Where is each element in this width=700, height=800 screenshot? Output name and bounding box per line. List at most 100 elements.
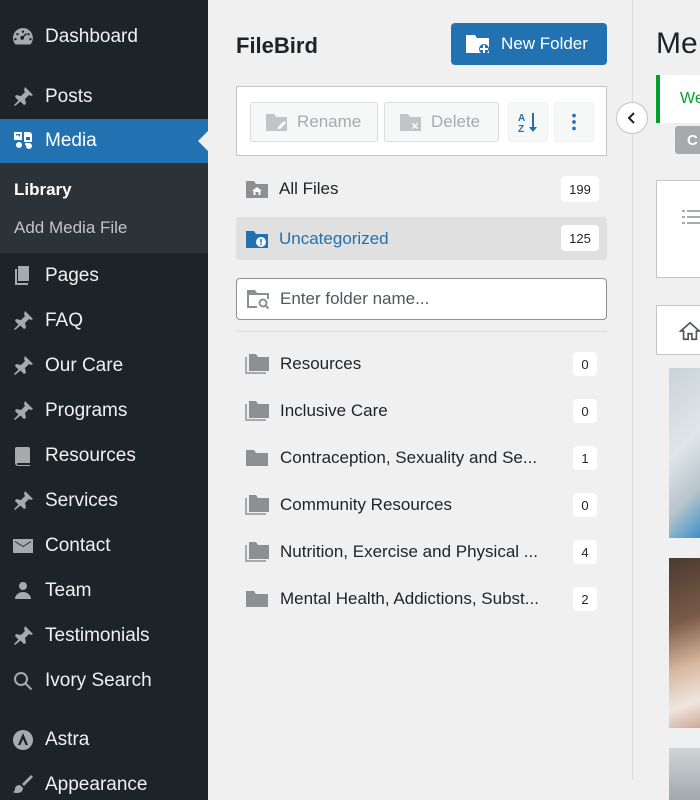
notice-text: We bbox=[680, 90, 700, 107]
folder-search-box bbox=[236, 278, 607, 320]
delete-button[interactable]: Delete bbox=[384, 102, 499, 142]
search-icon bbox=[10, 668, 36, 694]
menu-label: Appearance bbox=[45, 774, 148, 795]
pin-icon bbox=[10, 84, 36, 110]
menu-label: Testimonials bbox=[45, 625, 150, 646]
book-icon bbox=[10, 443, 36, 469]
sort-az-icon: A Z bbox=[518, 113, 537, 134]
media-thumbnail[interactable] bbox=[669, 558, 700, 728]
pin-icon bbox=[10, 398, 36, 424]
menu-label: Programs bbox=[45, 400, 128, 421]
folder-name: Resources bbox=[280, 354, 362, 373]
folder-item[interactable]: Resources 0 bbox=[236, 344, 607, 384]
folder-stack-icon bbox=[244, 399, 272, 423]
folder-count: 2 bbox=[573, 587, 597, 611]
dashboard-icon bbox=[10, 24, 36, 50]
folder-delete-icon bbox=[400, 114, 421, 131]
all-files-label: All Files bbox=[279, 179, 339, 198]
folder-name: Inclusive Care bbox=[280, 401, 388, 420]
menu-label: FAQ bbox=[45, 310, 84, 331]
menu-label: Pages bbox=[45, 265, 99, 286]
menu-item-contact[interactable]: Contact bbox=[0, 524, 208, 568]
divider bbox=[236, 331, 607, 332]
menu-item-testimonials[interactable]: Testimonials bbox=[0, 614, 208, 658]
new-folder-label: New Folder bbox=[501, 34, 588, 53]
pin-icon bbox=[10, 353, 36, 379]
svg-text:A: A bbox=[518, 113, 525, 124]
folder-count: 0 bbox=[573, 399, 597, 423]
menu-item-ivory-search[interactable]: Ivory Search bbox=[0, 659, 208, 703]
collapse-panel-button[interactable] bbox=[616, 102, 648, 134]
menu-item-dashboard[interactable]: Dashboard bbox=[0, 15, 208, 59]
folder-stack-icon bbox=[244, 493, 272, 517]
filebird-title: FileBird bbox=[236, 33, 318, 58]
menu-label: Media bbox=[45, 130, 97, 151]
media-thumbnail[interactable] bbox=[669, 748, 700, 800]
menu-item-programs[interactable]: Programs bbox=[0, 389, 208, 433]
menu-item-media[interactable]: Media bbox=[0, 119, 208, 163]
folder-item[interactable]: Inclusive Care 0 bbox=[236, 391, 607, 431]
folder-search-input[interactable] bbox=[280, 289, 580, 309]
folder-item[interactable]: Community Resources 0 bbox=[236, 485, 607, 525]
folder-count: 1 bbox=[573, 446, 597, 470]
folder-toolbar: Rename Delete A Z bbox=[236, 86, 607, 156]
folder-name: Nutrition, Exercise and Physical ... bbox=[280, 542, 538, 561]
folder-item[interactable]: Contraception, Sexuality and Se... 1 bbox=[236, 438, 607, 478]
all-files-count: 199 bbox=[561, 176, 599, 202]
folder-add-icon bbox=[466, 35, 489, 54]
folder-icon bbox=[244, 446, 272, 470]
uncategorized-count: 125 bbox=[561, 225, 599, 251]
folder-search-icon bbox=[247, 290, 270, 310]
action-pill-button[interactable]: C bbox=[675, 126, 700, 154]
uncategorized-row[interactable]: Uncategorized 125 bbox=[236, 217, 607, 260]
filebird-panel: FileBird New Folder Rename Delete A Z Al bbox=[208, 0, 632, 800]
rename-label: Rename bbox=[297, 112, 362, 131]
chevron-left-icon bbox=[627, 112, 635, 124]
menu-item-pages[interactable]: Pages bbox=[0, 254, 208, 298]
menu-item-posts[interactable]: Posts bbox=[0, 75, 208, 119]
folder-alert-icon bbox=[245, 228, 271, 250]
menu-item-services[interactable]: Services bbox=[0, 479, 208, 523]
list-view-icon[interactable] bbox=[679, 205, 700, 229]
menu-item-team[interactable]: Team bbox=[0, 569, 208, 613]
folder-item[interactable]: Nutrition, Exercise and Physical ... 4 bbox=[236, 532, 607, 572]
folder-stack-icon bbox=[244, 540, 272, 564]
home-icon[interactable] bbox=[679, 320, 700, 342]
more-options-button[interactable] bbox=[554, 102, 594, 142]
menu-label: Team bbox=[45, 580, 92, 601]
rename-button[interactable]: Rename bbox=[250, 102, 378, 142]
pin-icon bbox=[10, 308, 36, 334]
delete-label: Delete bbox=[431, 112, 481, 131]
view-toggle-card bbox=[656, 180, 700, 278]
folder-count: 4 bbox=[573, 540, 597, 564]
menu-label: Services bbox=[45, 490, 118, 511]
menu-label: Posts bbox=[45, 86, 93, 107]
sort-button[interactable]: A Z bbox=[508, 102, 548, 142]
media-submenu: Library Add Media File bbox=[0, 163, 208, 253]
folder-home-icon bbox=[245, 178, 271, 200]
menu-item-resources[interactable]: Resources bbox=[0, 434, 208, 478]
folder-edit-icon bbox=[266, 114, 287, 131]
folder-name: Mental Health, Addictions, Subst... bbox=[280, 589, 539, 608]
media-thumbnail[interactable] bbox=[669, 368, 700, 538]
folder-item[interactable]: Mental Health, Addictions, Subst... 2 bbox=[236, 579, 607, 619]
more-vertical-icon bbox=[572, 113, 576, 131]
submenu-add-media-file[interactable]: Add Media File bbox=[14, 218, 127, 238]
pin-icon bbox=[10, 623, 36, 649]
folder-name: Contraception, Sexuality and Se... bbox=[280, 448, 538, 467]
user-icon bbox=[10, 578, 36, 604]
new-folder-button[interactable]: New Folder bbox=[451, 23, 607, 65]
menu-item-astra[interactable]: Astra bbox=[0, 718, 208, 762]
menu-label: Dashboard bbox=[45, 26, 138, 47]
submenu-library[interactable]: Library bbox=[14, 180, 72, 200]
menu-item-our-care[interactable]: Our Care bbox=[0, 344, 208, 388]
uncategorized-label: Uncategorized bbox=[279, 228, 389, 248]
success-notice: We bbox=[656, 75, 700, 123]
pages-icon bbox=[10, 263, 36, 289]
menu-item-appearance[interactable]: Appearance bbox=[0, 763, 208, 800]
menu-item-faq[interactable]: FAQ bbox=[0, 299, 208, 343]
mail-icon bbox=[10, 533, 36, 559]
pill-label: C bbox=[687, 131, 698, 149]
all-files-row[interactable]: All Files 199 bbox=[236, 172, 607, 206]
menu-label: Our Care bbox=[45, 355, 124, 376]
